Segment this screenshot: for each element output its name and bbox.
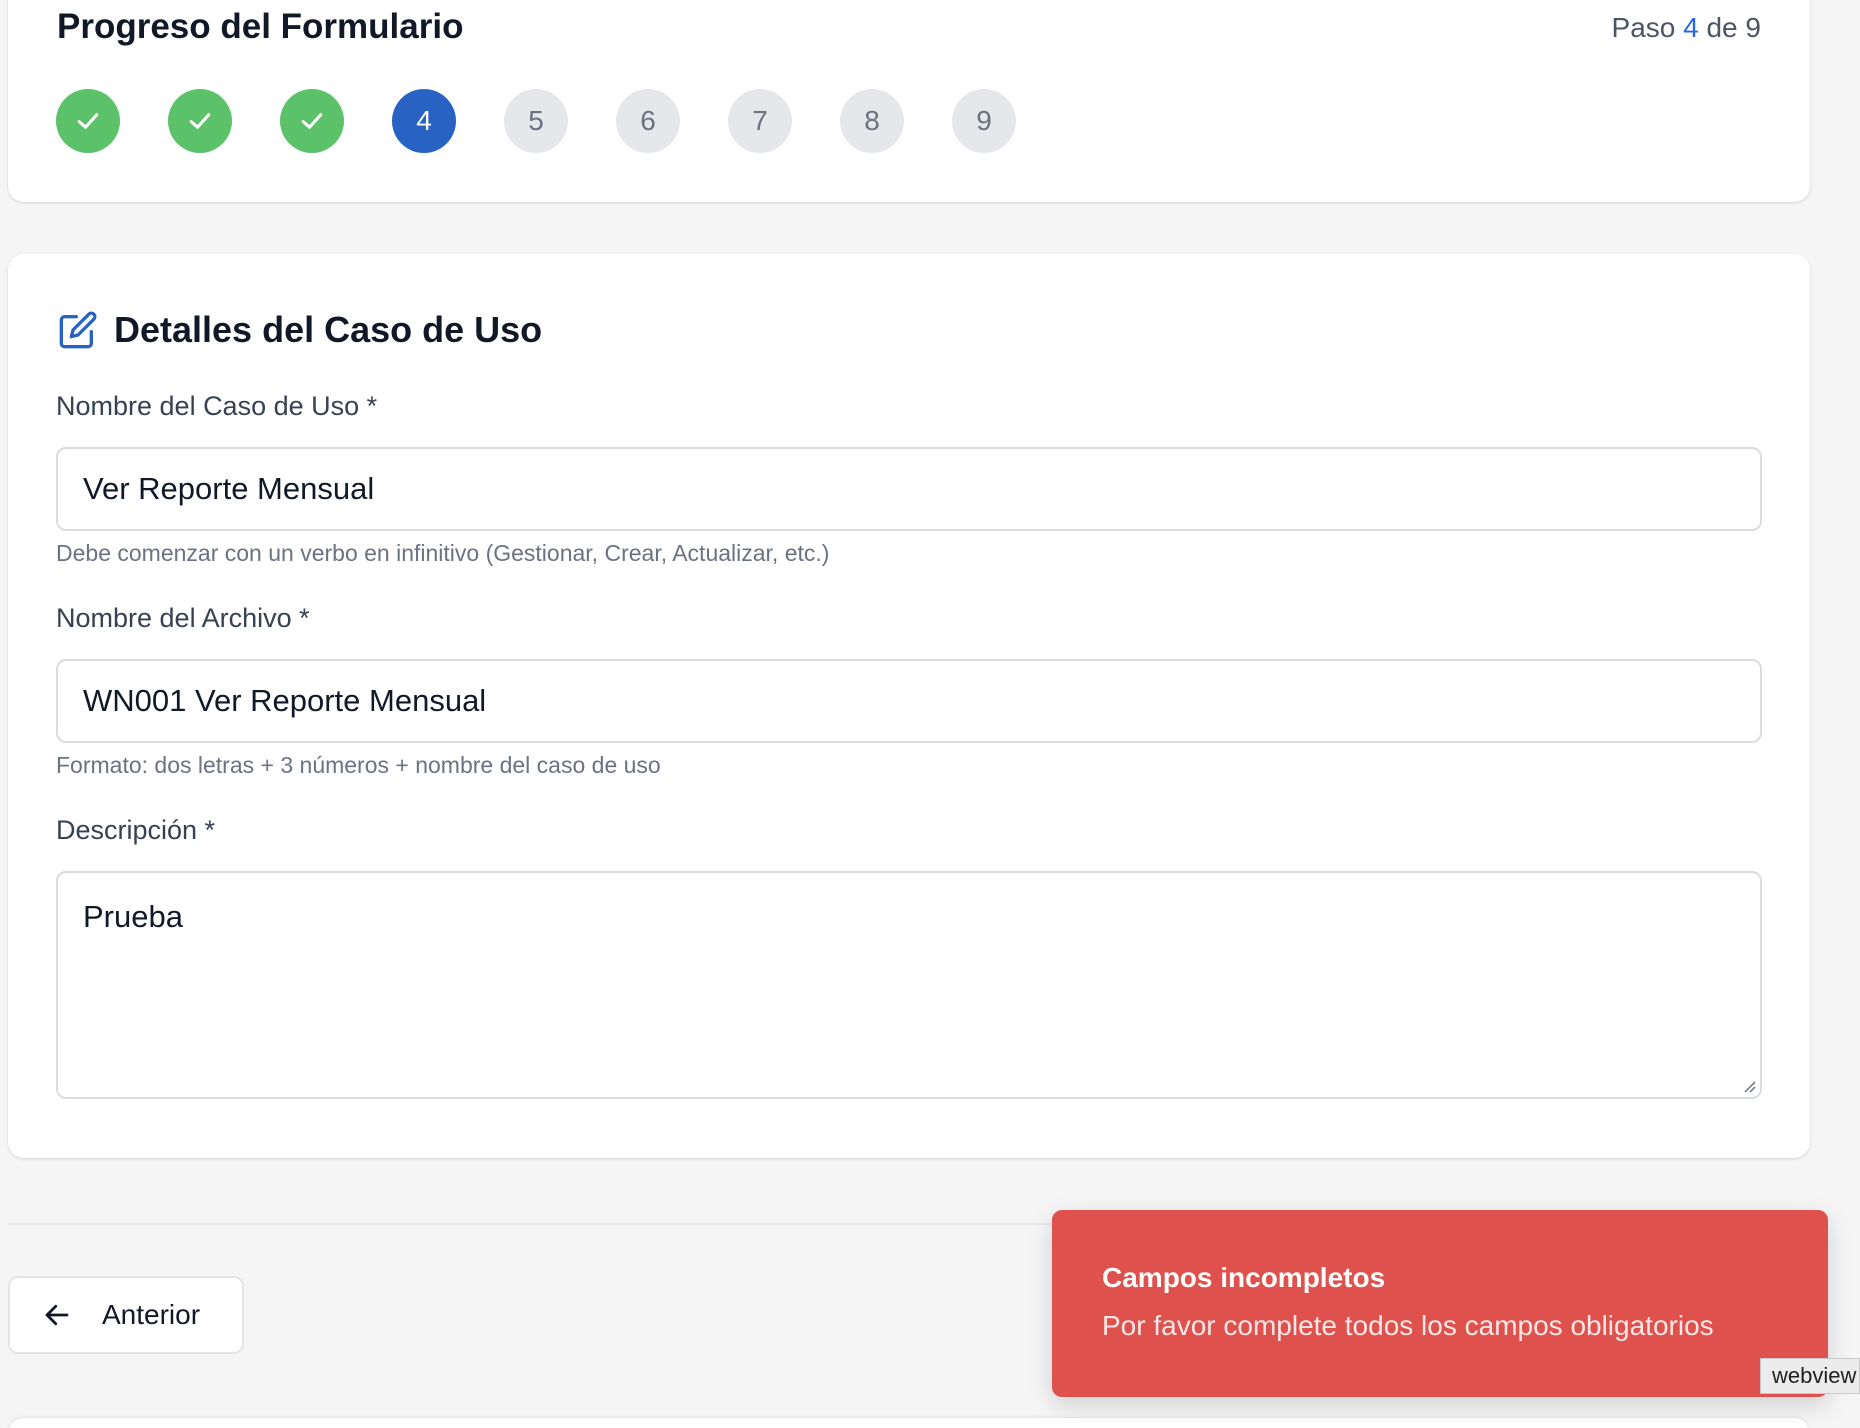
file-name-hint: Formato: dos letras + 3 números + nombre…: [56, 752, 661, 778]
step-separator: de: [1706, 12, 1738, 43]
next-section-card: [8, 1418, 1810, 1428]
webview-tag: webview: [1760, 1358, 1860, 1394]
step-counter: Paso 4 de 9: [1612, 12, 1761, 44]
toast-title: Campos incompletos: [1102, 1262, 1386, 1293]
use-case-name-label: Nombre del Caso de Uso *: [56, 391, 378, 421]
step-number: 9: [976, 105, 992, 136]
step-indicator: 4 5 6 7 8 9: [56, 89, 1064, 153]
section-header: Detalles del Caso de Uso: [58, 309, 542, 351]
step-8-pending[interactable]: 8: [840, 89, 904, 153]
step-5-pending[interactable]: 5: [504, 89, 568, 153]
step-4-active[interactable]: 4: [392, 89, 456, 153]
file-name-input[interactable]: WN001 Ver Reporte Mensual: [56, 659, 1762, 743]
step-number: 6: [640, 105, 656, 136]
file-name-label: Nombre del Archivo *: [56, 603, 310, 633]
step-number: 5: [528, 105, 544, 136]
step-3-done[interactable]: [280, 89, 344, 153]
previous-button-label: Anterior: [102, 1299, 201, 1330]
step-1-done[interactable]: [56, 89, 120, 153]
check-icon: [189, 113, 211, 129]
step-number: 4: [416, 105, 432, 136]
resize-handle-icon[interactable]: [1742, 1079, 1756, 1093]
progress-title: Progreso del Formulario: [57, 7, 464, 46]
edit-icon: [59, 311, 97, 349]
step-number: 8: [864, 105, 880, 136]
step-9-pending[interactable]: 9: [952, 89, 1016, 153]
step-prefix: Paso: [1611, 12, 1676, 43]
description-label: Descripción *: [56, 815, 216, 845]
use-case-name-input[interactable]: Ver Reporte Mensual: [56, 447, 1762, 531]
arrow-left-icon: [45, 1304, 69, 1326]
step-number: 7: [752, 105, 768, 136]
description-value: Prueba: [83, 899, 183, 934]
use-case-name-hint: Debe comenzar con un verbo en infinitivo…: [56, 540, 830, 566]
toast-description: Por favor complete todos los campos obli…: [1102, 1310, 1714, 1341]
step-2-done[interactable]: [168, 89, 232, 153]
total-steps: 9: [1745, 12, 1761, 43]
step-6-pending[interactable]: 6: [616, 89, 680, 153]
check-icon: [77, 113, 99, 129]
description-textarea[interactable]: Prueba: [56, 871, 1762, 1099]
step-7-pending[interactable]: 7: [728, 89, 792, 153]
check-icon: [301, 113, 323, 129]
use-case-details-card: Detalles del Caso de Uso Nombre del Caso…: [8, 254, 1810, 1158]
section-title: Detalles del Caso de Uso: [114, 309, 543, 350]
file-name-value: WN001 Ver Reporte Mensual: [83, 683, 487, 718]
progress-card: Progreso del Formulario Paso 4 de 9 4 5 6 7…: [8, 0, 1810, 202]
use-case-name-value: Ver Reporte Mensual: [83, 471, 375, 506]
error-toast[interactable]: Campos incompletos Por favor complete to…: [1052, 1210, 1828, 1397]
current-step: 4: [1683, 12, 1699, 43]
previous-button[interactable]: Anterior: [8, 1276, 244, 1354]
